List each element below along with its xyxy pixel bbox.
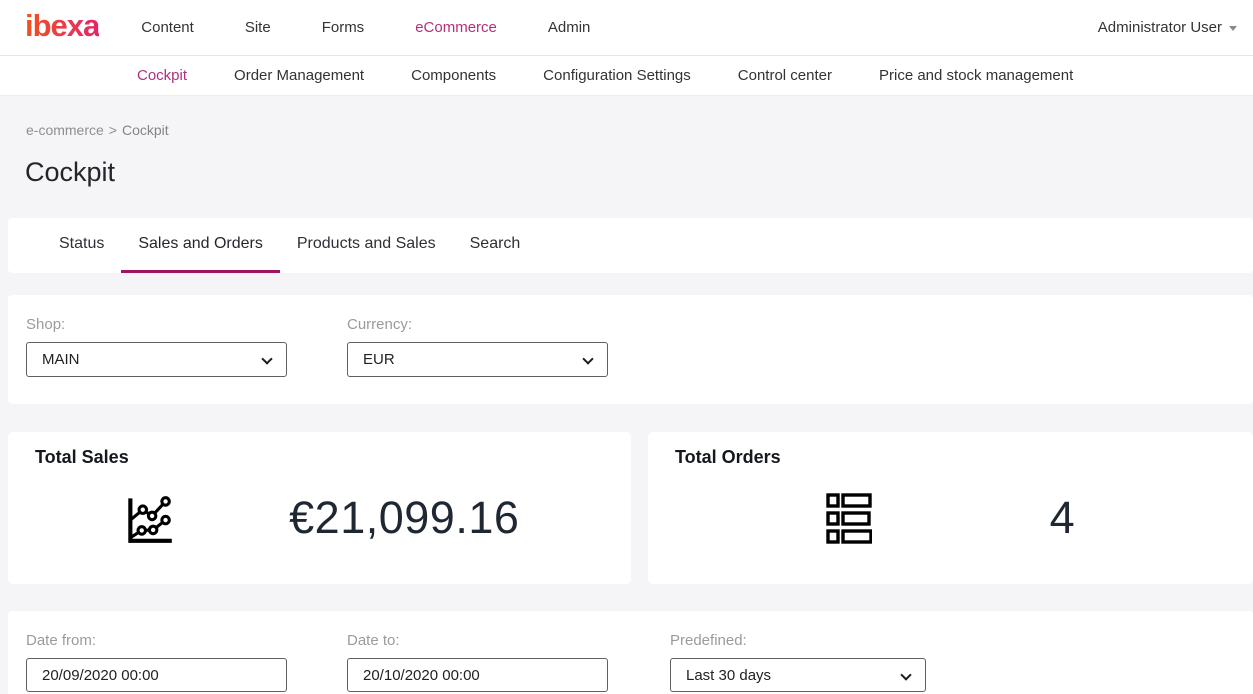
tab-status[interactable]: Status	[42, 218, 121, 273]
breadcrumb-current[interactable]: Cockpit	[122, 122, 169, 138]
breadcrumb-separator: >	[109, 122, 117, 138]
content-area: e-commerce > Cockpit Cockpit Status Sales …	[0, 96, 1253, 694]
shop-currency-filter-panel: Shop: MAIN Currency: EUR	[8, 295, 1253, 404]
subnav-item-price-stock-management[interactable]: Price and stock management	[879, 67, 1073, 84]
total-sales-card: Total Sales €21,099.16	[8, 432, 631, 584]
total-sales-body: €21,099.16	[8, 470, 631, 566]
page-title: Cockpit	[25, 157, 1253, 188]
currency-label: Currency:	[347, 316, 608, 333]
currency-select[interactable]: EUR	[347, 342, 608, 377]
subnav-item-components[interactable]: Components	[411, 67, 496, 84]
user-menu[interactable]: Administrator User	[1098, 19, 1237, 36]
chevron-down-icon	[261, 353, 272, 364]
ibexa-logo[interactable]: ibexa	[25, 10, 99, 45]
subnav-item-configuration-settings[interactable]: Configuration Settings	[543, 67, 691, 84]
main-nav: Content Site Forms eCommerce Admin	[141, 19, 590, 36]
predefined-select-value: Last 30 days	[686, 667, 771, 684]
nav-item-site[interactable]: Site	[245, 19, 271, 36]
nav-item-admin[interactable]: Admin	[548, 19, 591, 36]
subnav-item-cockpit[interactable]: Cockpit	[137, 67, 187, 84]
shop-select[interactable]: MAIN	[26, 342, 287, 377]
top-navigation-bar: ibexa Content Site Forms eCommerce Admin…	[0, 0, 1253, 56]
tab-products-and-sales[interactable]: Products and Sales	[280, 218, 453, 273]
orders-list-icon	[826, 492, 872, 544]
total-orders-card: Total Orders 4	[648, 432, 1253, 584]
total-sales-value: €21,099.16	[289, 492, 519, 544]
currency-select-value: EUR	[363, 351, 395, 368]
total-orders-value: 4	[1050, 492, 1076, 544]
tab-sales-and-orders[interactable]: Sales and Orders	[121, 218, 280, 273]
line-chart-icon	[120, 489, 178, 547]
shop-field: Shop: MAIN	[26, 316, 287, 377]
currency-field: Currency: EUR	[347, 316, 608, 377]
date-filter-panel: Date from: Date to: Predefined: Last 30 …	[8, 611, 1253, 694]
date-to-input[interactable]	[347, 658, 608, 692]
chevron-down-icon	[900, 669, 911, 680]
total-sales-title: Total Sales	[35, 447, 631, 468]
date-from-label: Date from:	[26, 632, 287, 649]
total-orders-body: 4	[648, 470, 1253, 566]
date-from-input[interactable]	[26, 658, 287, 692]
cockpit-tabs: Status Sales and Orders Products and Sal…	[8, 218, 1253, 273]
total-orders-title: Total Orders	[675, 447, 1253, 468]
nav-item-content[interactable]: Content	[141, 19, 194, 36]
ecommerce-sub-nav: Cockpit Order Management Components Conf…	[0, 56, 1253, 96]
breadcrumb: e-commerce > Cockpit	[26, 122, 1253, 138]
subnav-item-control-center[interactable]: Control center	[738, 67, 832, 84]
chevron-down-icon	[1229, 26, 1237, 31]
stat-cards-row: Total Sales €21,099.16	[8, 432, 1253, 584]
predefined-label: Predefined:	[670, 632, 926, 649]
shop-label: Shop:	[26, 316, 287, 333]
date-from-field: Date from:	[26, 632, 287, 692]
predefined-field: Predefined: Last 30 days	[670, 632, 926, 692]
chevron-down-icon	[582, 353, 593, 364]
tab-search[interactable]: Search	[453, 218, 538, 273]
nav-item-forms[interactable]: Forms	[322, 19, 365, 36]
date-to-field: Date to:	[347, 632, 608, 692]
nav-item-ecommerce[interactable]: eCommerce	[415, 19, 497, 36]
breadcrumb-parent[interactable]: e-commerce	[26, 122, 104, 138]
date-to-label: Date to:	[347, 632, 608, 649]
user-menu-label: Administrator User	[1098, 19, 1222, 36]
shop-select-value: MAIN	[42, 351, 80, 368]
subnav-item-order-management[interactable]: Order Management	[234, 67, 364, 84]
predefined-select[interactable]: Last 30 days	[670, 658, 926, 692]
